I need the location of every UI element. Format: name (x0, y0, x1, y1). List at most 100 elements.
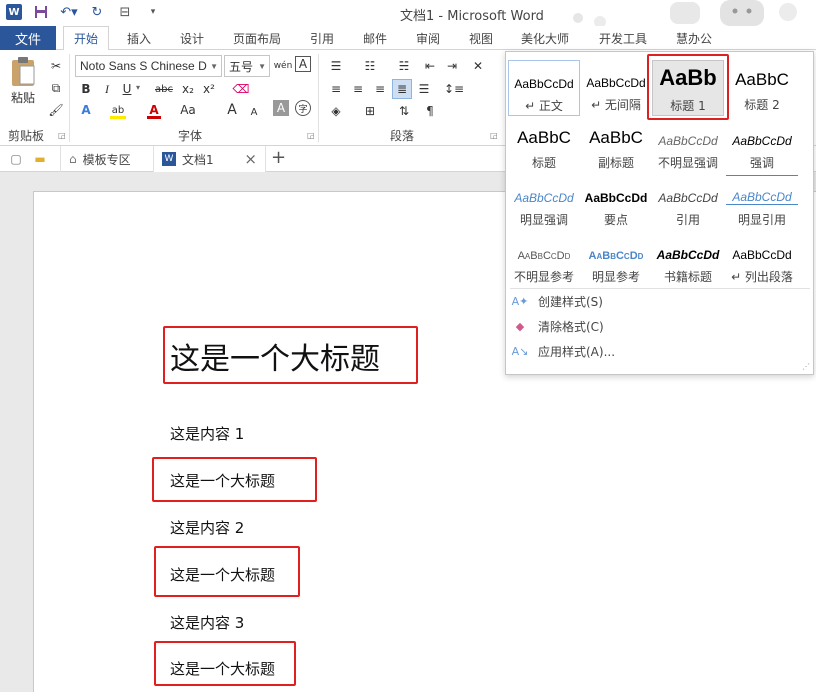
bold-button[interactable]: B (76, 79, 96, 99)
tab-references[interactable]: 引用 (300, 26, 344, 50)
style-normal[interactable]: AaBbCcDd ↵ 正文 (508, 60, 580, 116)
shading-icon[interactable]: ◈ (326, 101, 346, 121)
new-doc-icon[interactable]: ▢ (6, 149, 26, 169)
increase-indent-icon[interactable]: ⇥ (442, 56, 462, 76)
menu-create-style[interactable]: A✦ 创建样式(S) (512, 293, 603, 310)
show-marks-icon[interactable]: ¶ (420, 101, 440, 121)
tab-view[interactable]: 视图 (459, 26, 503, 50)
italic-button[interactable]: I (97, 79, 117, 99)
style-subtle-emphasis[interactable]: AaBbCcDd 不明显强调 (652, 118, 724, 174)
line-spacing-icon[interactable]: ↕≡ (444, 79, 464, 99)
style-heading-2[interactable]: AaBbC 标题 2 (726, 60, 798, 116)
save-icon[interactable] (32, 3, 50, 21)
main-heading[interactable]: 这是一个大标题 (170, 334, 380, 378)
menu-clear-format[interactable]: ◆ 清除格式(C) (512, 318, 604, 335)
numbering-icon[interactable]: ☷ (360, 56, 380, 76)
style-list-paragraph[interactable]: AaBbCcDd ↵ 列出段落 (726, 232, 798, 288)
content-paragraph-1[interactable]: 这是内容 1 (170, 423, 244, 444)
subscript-button[interactable]: x₂ (178, 79, 198, 99)
add-tab-icon[interactable]: + (271, 147, 286, 168)
tab-beautify-master[interactable]: 美化大师 (512, 26, 578, 50)
tab-document1[interactable]: W 文档1 × (154, 146, 266, 172)
section-heading-3[interactable]: 这是一个大标题 (170, 658, 275, 679)
underline-dropdown-icon[interactable]: ▾ (136, 83, 140, 92)
style-intense-quote[interactable]: AaBbCcDd 明显引用 (726, 175, 798, 231)
underline-button[interactable]: U (117, 79, 137, 99)
style-emphasis[interactable]: AaBbCcDd 强调 (726, 118, 798, 174)
tab-file[interactable]: 文件 (0, 26, 56, 50)
font-launcher-icon[interactable]: ◲ (307, 131, 315, 140)
style-subtitle[interactable]: AaBbC 副标题 (580, 118, 652, 174)
menu-apply-style[interactable]: A↘ 应用样式(A)... (512, 343, 615, 360)
enclose-char-icon[interactable]: 字 (295, 100, 311, 116)
close-icon[interactable]: × (244, 150, 257, 168)
align-left-icon[interactable]: ≡ (326, 79, 346, 99)
tab-page-layout[interactable]: 页面布局 (224, 26, 290, 50)
shrink-font-icon[interactable]: A (244, 102, 264, 122)
chevron-down-icon: ▼ (210, 61, 218, 71)
tab-insert[interactable]: 插入 (117, 26, 161, 50)
clear-format-icon[interactable]: ⌫ (231, 79, 251, 99)
clipboard-icon (12, 57, 35, 86)
strikethrough-button[interactable]: abc (152, 79, 176, 99)
touch-mode-icon[interactable]: ⊟ (116, 3, 134, 21)
text-effects-icon[interactable]: A (76, 100, 96, 120)
style-no-spacing[interactable]: AaBbCcDd ↵ 无间隔 (580, 60, 652, 116)
customize-qat-icon[interactable]: ▾ (144, 3, 162, 21)
tab-review[interactable]: 审阅 (406, 26, 450, 50)
style-book-title[interactable]: AaBbCcDd 书籍标题 (652, 232, 724, 288)
section-heading-1[interactable]: 这是一个大标题 (170, 470, 275, 491)
style-subtle-reference[interactable]: AaBbCcDd 不明显参考 (508, 232, 580, 288)
style-intense-emphasis[interactable]: AaBbCcDd 明显强调 (508, 175, 580, 231)
bullets-icon[interactable]: ☰ (326, 56, 346, 76)
justify-icon[interactable]: ≣ (392, 79, 412, 99)
char-shading-icon[interactable]: A (273, 100, 289, 116)
divider (69, 54, 70, 142)
font-size-dropdown[interactable]: 五号 ▼ (224, 55, 270, 77)
tab-developer[interactable]: 开发工具 (590, 26, 656, 50)
cut-icon[interactable]: ✂ (46, 56, 66, 76)
word-app-icon: W (6, 4, 22, 20)
style-title[interactable]: AaBbC 标题 (508, 118, 580, 174)
tab-design[interactable]: 设计 (170, 26, 214, 50)
style-quote[interactable]: AaBbCcDd 引用 (652, 175, 724, 231)
style-strong[interactable]: AaBbCcDd 要点 (580, 175, 652, 231)
paragraph-launcher-icon[interactable]: ◲ (490, 131, 498, 140)
borders-icon[interactable]: ⊞ (360, 101, 380, 121)
style-gallery-popup: AaBbCcDd ↵ 正文 AaBbCcDd ↵ 无间隔 AaBb 标题 1 A… (505, 51, 814, 375)
open-folder-icon[interactable]: ▬ (30, 149, 50, 169)
group-label-font: 字体 (177, 129, 202, 143)
align-center-icon[interactable]: ≡ (348, 79, 368, 99)
undo-icon[interactable]: ↶▾ (60, 3, 78, 21)
superscript-button[interactable]: x² (199, 79, 219, 99)
divider (318, 54, 319, 142)
clipboard-launcher-icon[interactable]: ◲ (58, 131, 66, 140)
section-heading-2[interactable]: 这是一个大标题 (170, 564, 275, 585)
decrease-indent-icon[interactable]: ⇤ (420, 56, 440, 76)
multilevel-list-icon[interactable]: ☵ (394, 56, 414, 76)
tab-mailings[interactable]: 邮件 (353, 26, 397, 50)
chinese-layout-icon[interactable]: ✕ (468, 56, 488, 76)
content-paragraph-2[interactable]: 这是内容 2 (170, 517, 244, 538)
sort-icon[interactable]: ⇅ (394, 101, 414, 121)
format-painter-icon[interactable]: 🖌 (46, 100, 66, 120)
change-case-icon[interactable]: Aa (178, 100, 198, 120)
paste-label: 粘贴 (10, 91, 35, 105)
style-intense-reference[interactable]: AaBbCcDd 明显参考 (580, 232, 652, 288)
highlight-color-icon[interactable]: ab (108, 100, 128, 120)
grow-font-icon[interactable]: A (222, 100, 242, 120)
copy-icon[interactable]: ⧉ (46, 78, 66, 98)
distributed-icon[interactable]: ☰ (414, 79, 434, 99)
char-border-icon[interactable]: A (295, 56, 311, 72)
resize-grip-icon[interactable]: ⋰ (802, 362, 810, 371)
tab-huibangong[interactable]: 慧办公 (666, 26, 722, 50)
align-right-icon[interactable]: ≡ (370, 79, 390, 99)
tab-template-zone[interactable]: ⌂ 模板专区 (60, 146, 154, 172)
phonetic-guide-icon[interactable]: wén (273, 56, 293, 76)
content-paragraph-3[interactable]: 这是内容 3 (170, 612, 244, 633)
redo-icon[interactable]: ↻ (88, 3, 106, 21)
tab-home[interactable]: 开始 (63, 26, 109, 51)
font-color-icon[interactable]: A (144, 100, 164, 120)
paste-button[interactable]: 粘贴 (6, 56, 40, 114)
font-name-dropdown[interactable]: Noto Sans S Chinese D ▼ (75, 55, 222, 77)
